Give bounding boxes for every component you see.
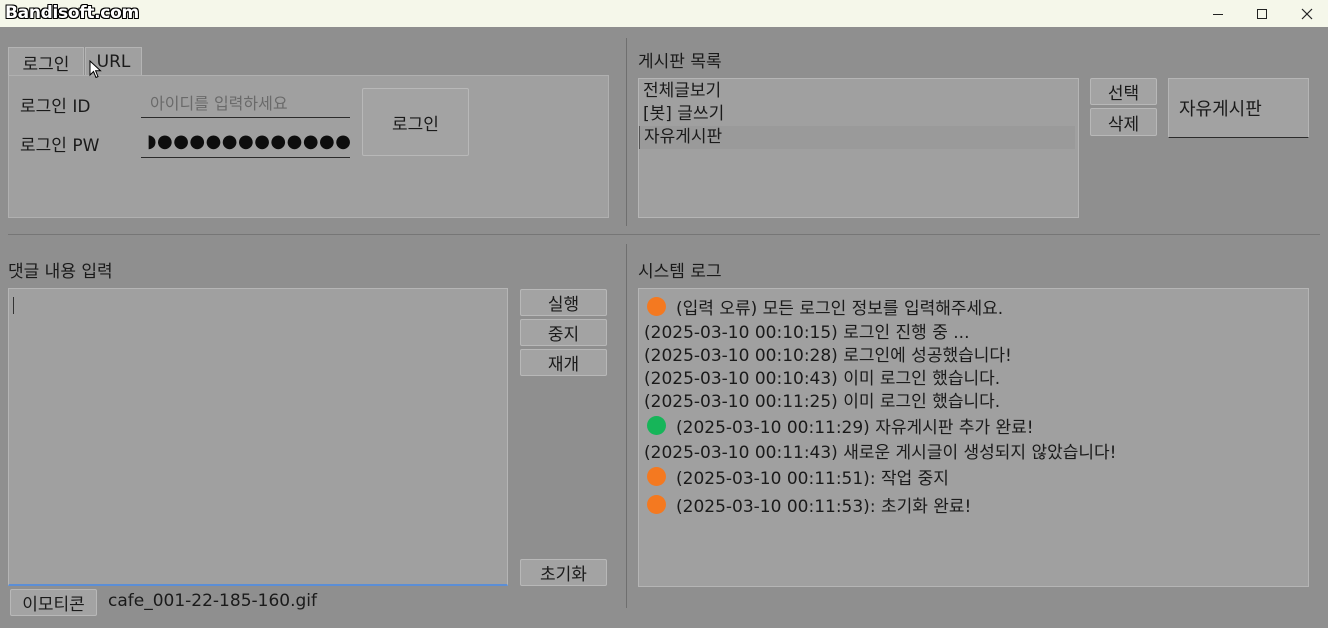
system-log-box[interactable]: (입력 오류) 모든 로그인 정보를 입력해주세요. (2025-03-10 0… <box>638 288 1309 587</box>
run-button[interactable]: 실행 <box>520 289 607 316</box>
vertical-divider-top <box>626 38 627 226</box>
log-entry-text: (입력 오류) 모든 로그인 정보를 입력해주세요. <box>676 298 1004 319</box>
login-pw-label: 로그인 PW <box>20 136 100 156</box>
comment-input-title: 댓글 내용 입력 <box>8 262 113 282</box>
list-item[interactable]: 전체글보기 <box>639 80 1078 103</box>
board-listbox[interactable]: 전체글보기 [봇] 글쓰기 자유게시판 <box>638 78 1079 218</box>
resume-button[interactable]: 재개 <box>520 349 607 376</box>
board-list-title: 게시판 목록 <box>638 52 722 72</box>
minimize-icon <box>1213 13 1223 15</box>
status-dot-orange-icon <box>647 466 666 486</box>
log-entry: (2025-03-10 00:10:28) 로그인에 성공했습니다! <box>639 342 1308 366</box>
log-entry: (입력 오류) 모든 로그인 정보를 입력해주세요. <box>639 293 1308 319</box>
log-entry: (2025-03-10 00:10:15) 로그인 진행 중 ... <box>639 319 1308 343</box>
status-dot-green-icon <box>647 415 666 435</box>
log-entry-text: (2025-03-10 00:11:29) 자유게시판 추가 완료! <box>676 417 1034 438</box>
close-button[interactable] <box>1284 0 1328 27</box>
log-entry: (2025-03-10 00:11:51): 작업 중지 <box>639 462 1308 490</box>
log-entry: (2025-03-10 00:11:25) 이미 로그인 했습니다. <box>639 388 1308 412</box>
reset-button[interactable]: 초기화 <box>520 559 607 586</box>
stop-button[interactable]: 중지 <box>520 319 607 346</box>
log-entry: (2025-03-10 00:11:43) 새로운 게시글이 생성되지 않았습니… <box>639 439 1308 463</box>
selected-board-field: 자유게시판 <box>1168 78 1309 138</box>
emoticon-button[interactable]: 이모티콘 <box>10 589 97 616</box>
log-entry-text: (2025-03-10 00:11:53): 초기화 완료! <box>676 496 972 517</box>
maximize-icon <box>1257 8 1267 19</box>
log-entry-text: (2025-03-10 00:11:51): 작업 중지 <box>676 468 949 489</box>
comment-textarea[interactable] <box>8 288 508 586</box>
login-id-label: 로그인 ID <box>20 97 91 117</box>
list-item[interactable]: [봇] 글쓰기 <box>639 103 1078 126</box>
maximize-button[interactable] <box>1239 0 1285 27</box>
login-id-input[interactable]: 아이디를 입력하세요 <box>141 86 350 118</box>
log-entry-text: (2025-03-10 00:10:15) 로그인 진행 중 ... <box>644 323 970 343</box>
login-pw-input[interactable]: ◗●●●●●●●●●●●●● <box>141 126 350 158</box>
close-icon <box>1301 8 1313 19</box>
title-bar: Bandisoft.com <box>0 0 1328 27</box>
horizontal-divider <box>8 234 1320 235</box>
tab-login[interactable]: 로그인 <box>8 47 84 76</box>
text-caret <box>13 297 14 314</box>
vertical-divider-bottom <box>626 244 627 608</box>
log-entry: (2025-03-10 00:11:53): 초기화 완료! <box>639 490 1308 518</box>
delete-button[interactable]: 삭제 <box>1090 108 1157 136</box>
log-entry-text: (2025-03-10 00:11:43) 새로운 게시글이 생성되지 않았습니… <box>644 443 1117 463</box>
minimize-button[interactable] <box>1195 0 1241 27</box>
select-button[interactable]: 선택 <box>1090 78 1157 105</box>
log-entry: (2025-03-10 00:10:43) 이미 로그인 했습니다. <box>639 365 1308 389</box>
status-dot-orange-icon <box>647 296 666 316</box>
watermark-logo: Bandisoft.com <box>5 3 139 23</box>
system-log-title: 시스템 로그 <box>638 262 722 282</box>
login-button[interactable]: 로그인 <box>362 88 469 156</box>
mouse-cursor-icon <box>89 60 102 79</box>
status-dot-orange-icon <box>647 494 666 514</box>
log-entry-text: (2025-03-10 00:10:43) 이미 로그인 했습니다. <box>644 369 1001 389</box>
log-entry-text: (2025-03-10 00:11:25) 이미 로그인 했습니다. <box>644 392 1001 412</box>
log-entry-text: (2025-03-10 00:10:28) 로그인에 성공했습니다! <box>644 346 1012 366</box>
emoticon-filename: cafe_001-22-185-160.gif <box>108 591 317 611</box>
tab-login-label: 로그인 <box>22 54 70 75</box>
list-item-selected[interactable]: 자유게시판 <box>639 126 1075 149</box>
log-entry: (2025-03-10 00:11:29) 자유게시판 추가 완료! <box>639 411 1308 439</box>
